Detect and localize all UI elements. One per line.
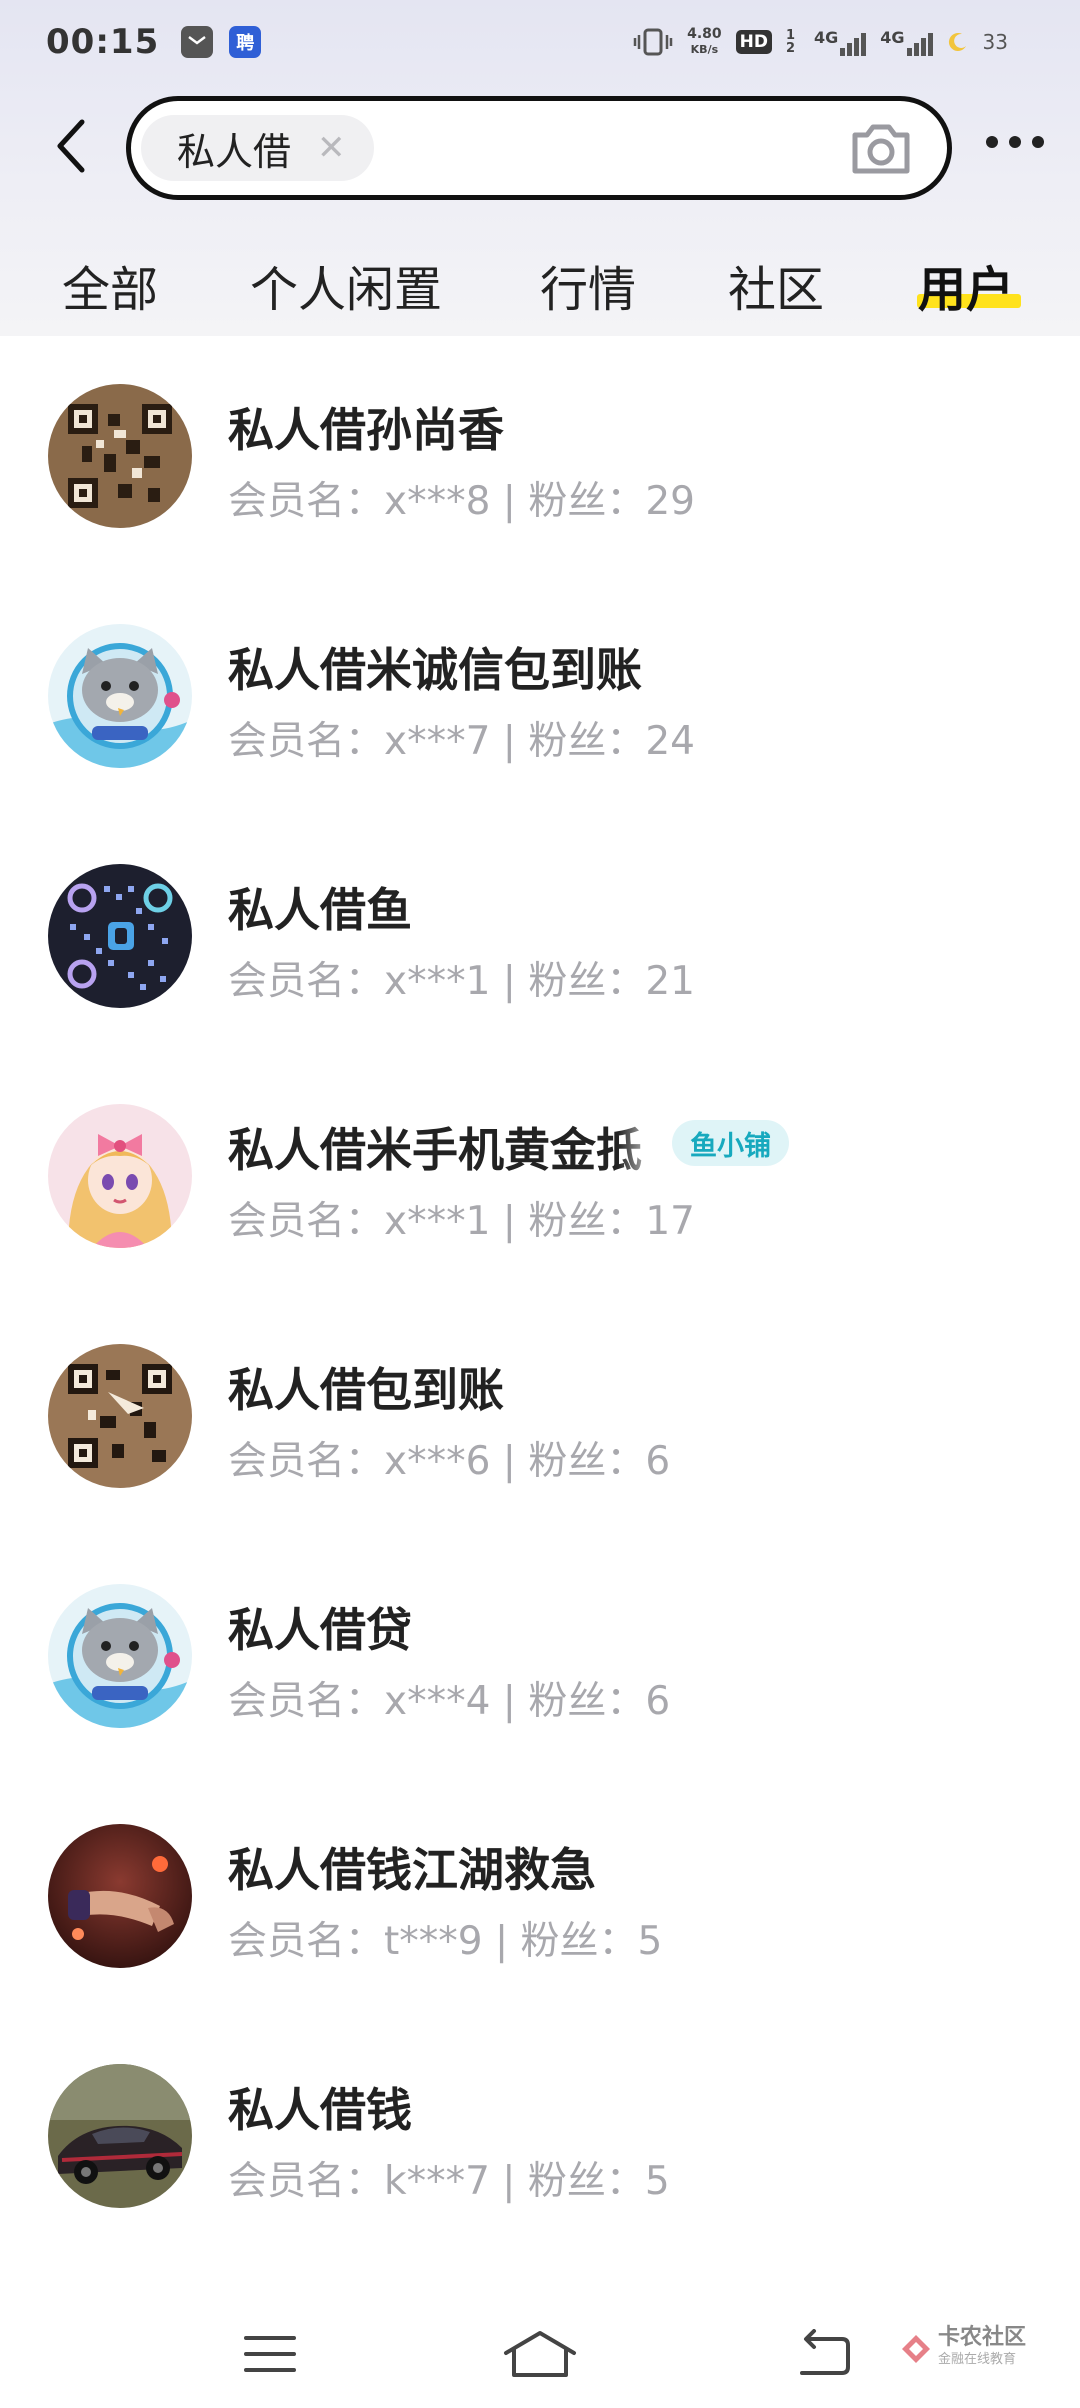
- user-meta: 会员名：x***1 | 粉丝：21: [228, 959, 695, 1004]
- moon-icon: [948, 33, 966, 52]
- name-truncation-fade: [618, 1114, 662, 1176]
- job-app-icon: 聘: [229, 26, 262, 58]
- menu-button[interactable]: [230, 2314, 310, 2394]
- user-meta: 会员名：x***1 | 粉丝：17: [228, 1199, 695, 1244]
- hd-badge: HD: [735, 30, 773, 54]
- net-speed: 4.80 KB/s: [687, 27, 722, 57]
- user-meta: 会员名：x***6 | 粉丝：6: [228, 1439, 671, 1484]
- back-button[interactable]: [40, 116, 100, 176]
- user-meta: 会员名：x***4 | 粉丝：6: [228, 1679, 671, 1724]
- user-list: 私人借孙尚香 会员名：x***8 | 粉丝：29 私人借米诚信包到账 会员名：x…: [0, 336, 1080, 2256]
- close-icon[interactable]: ✕: [317, 131, 346, 165]
- sports-car-avatar[interactable]: [48, 2064, 192, 2208]
- search-query-text: 私人借: [177, 129, 292, 174]
- tab-market[interactable]: 行情: [540, 250, 636, 320]
- back-nav-button[interactable]: [784, 2314, 864, 2394]
- signal-1: 4G: [814, 28, 867, 56]
- signal-bars-icon: [840, 28, 867, 56]
- mail-icon: [181, 26, 214, 58]
- result-tabs: 全部 个人闲置 行情 社区 用户: [0, 232, 1080, 328]
- signal-2: 4G: [880, 28, 933, 56]
- photo-hand-avatar[interactable]: [48, 1824, 192, 1968]
- watermark-logo: 卡农社区 金融在线教育: [900, 2314, 1050, 2384]
- status-indicators: 4.80 KB/s HD 1 2 4G 4G 33: [633, 22, 1008, 62]
- user-meta: 会员名：t***9 | 粉丝：5: [228, 1919, 663, 1964]
- status-time: 00:15: [46, 22, 160, 62]
- tab-all[interactable]: 全部: [62, 250, 158, 320]
- camera-icon: [852, 124, 910, 174]
- user-name: 私人借米手机黄金抵: [228, 1123, 642, 1177]
- logo-icon: [902, 2335, 930, 2363]
- net-speed-unit: KB/s: [690, 43, 719, 56]
- network-type-2: 4G: [880, 28, 905, 47]
- user-name: 私人借米诚信包到账: [228, 643, 642, 697]
- hd-sub: 1 2: [786, 28, 796, 56]
- list-item[interactable]: 私人借孙尚香 会员名：x***8 | 粉丝：29: [0, 336, 1080, 576]
- shop-badge: 鱼小铺: [672, 1120, 789, 1166]
- net-speed-value: 4.80: [687, 26, 722, 42]
- menu-icon: [244, 2336, 296, 2372]
- user-name: 私人借鱼: [228, 883, 412, 937]
- user-name: 私人借贷: [228, 1603, 412, 1657]
- tab-idle-items[interactable]: 个人闲置: [250, 250, 442, 320]
- list-item[interactable]: 私人借包到账 会员名：x***6 | 粉丝：6: [0, 1296, 1080, 1536]
- list-item[interactable]: 私人借米诚信包到账 会员名：x***7 | 粉丝：24: [0, 576, 1080, 816]
- cartoon-cat-avatar[interactable]: [48, 624, 192, 768]
- tab-community[interactable]: 社区: [728, 250, 824, 320]
- search-header: 私人借 ✕: [0, 92, 1080, 212]
- qr-code-avatar-dark[interactable]: [48, 864, 192, 1008]
- signal-bars-icon: [906, 28, 933, 56]
- cartoon-cat-avatar[interactable]: [48, 1584, 192, 1728]
- user-name: 私人借钱: [228, 2083, 412, 2137]
- battery-level: 33: [982, 30, 1008, 54]
- chevron-left-icon: [57, 119, 85, 173]
- home-button[interactable]: [500, 2314, 580, 2394]
- user-name: 私人借包到账: [228, 1363, 504, 1417]
- list-item[interactable]: 私人借贷 会员名：x***4 | 粉丝：6: [0, 1536, 1080, 1776]
- list-item[interactable]: 私人借钱 会员名：k***7 | 粉丝：5: [0, 2016, 1080, 2256]
- watermark-title: 卡农社区: [938, 2325, 1027, 2350]
- list-item[interactable]: 私人借鱼 会员名：x***1 | 粉丝：21: [0, 816, 1080, 1056]
- camera-button[interactable]: [849, 121, 913, 177]
- tab-users[interactable]: 用户: [918, 250, 1014, 320]
- anime-girl-avatar[interactable]: [48, 1104, 192, 1248]
- back-arrow-icon: [800, 2329, 850, 2375]
- search-input[interactable]: 私人借 ✕: [126, 96, 952, 200]
- user-name: 私人借孙尚香: [228, 403, 504, 457]
- user-meta: 会员名：k***7 | 粉丝：5: [228, 2159, 670, 2204]
- qr-code-avatar-warm[interactable]: [48, 384, 192, 528]
- list-item[interactable]: 私人借米手机黄金抵 鱼小铺 会员名：x***1 | 粉丝：17: [0, 1056, 1080, 1296]
- network-type-1: 4G: [814, 28, 839, 47]
- status-bar: 00:15 聘 4.80 KB/s HD 1 2 4G 4G 33: [0, 0, 1080, 84]
- search-query-chip[interactable]: 私人借 ✕: [141, 115, 374, 181]
- user-name: 私人借钱江湖救急: [228, 1843, 596, 1897]
- vibrate-icon: [633, 28, 673, 56]
- home-icon: [504, 2331, 576, 2377]
- user-meta: 会员名：x***7 | 粉丝：24: [228, 719, 695, 764]
- watermark-subtitle: 金融在线教育: [938, 2352, 1017, 2367]
- user-meta: 会员名：x***8 | 粉丝：29: [228, 479, 695, 524]
- more-dots-icon[interactable]: [986, 136, 1044, 148]
- list-item[interactable]: 私人借钱江湖救急 会员名：t***9 | 粉丝：5: [0, 1776, 1080, 2016]
- qr-code-avatar-warm[interactable]: [48, 1344, 192, 1488]
